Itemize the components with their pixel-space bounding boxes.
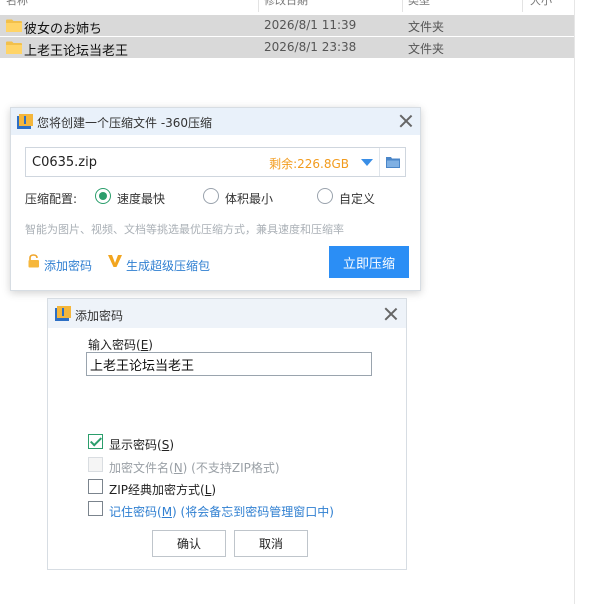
column-header-name[interactable]: 名称 <box>6 0 28 10</box>
encrypt-filenames-checkbox[interactable] <box>88 457 103 472</box>
add-password-dialog: 添加密码 输入密码(E) 显示密码(S) 加密文件名(N) (不支持ZIP格式)… <box>47 298 407 570</box>
compress-now-button[interactable]: 立即压缩 <box>329 246 409 278</box>
dialog-title: 添加密码 <box>75 309 124 323</box>
radio-smallest[interactable] <box>203 188 219 204</box>
add-password-link[interactable]: 添加密码 <box>44 257 92 274</box>
close-icon[interactable] <box>399 114 413 128</box>
output-filename[interactable]: C0635.zip <box>32 155 97 170</box>
radio-fastest[interactable] <box>95 188 111 204</box>
window-border <box>574 0 575 604</box>
dialog-title: 您将创建一个压缩文件 -360压缩 <box>37 116 213 130</box>
radio-custom[interactable] <box>317 188 333 204</box>
file-name: 上老王论坛当老王 <box>24 44 129 59</box>
folder-icon <box>6 19 22 32</box>
show-password-checkbox[interactable] <box>88 434 103 449</box>
radio-label-custom[interactable]: 自定义 <box>339 190 375 207</box>
encrypt-filenames-label: 加密文件名(N) (不支持ZIP格式) <box>109 461 280 475</box>
password-label: 输入密码(E) <box>88 338 153 352</box>
remember-password-checkbox[interactable] <box>88 501 103 516</box>
folder-icon <box>6 41 22 54</box>
output-path-field[interactable]: C0635.zip 剩余:226.8GB <box>25 147 406 177</box>
super-v-icon[interactable] <box>107 253 123 269</box>
file-date: 2026/8/1 23:38 <box>264 40 357 54</box>
radio-label-smallest[interactable]: 体积最小 <box>225 190 273 207</box>
lock-icon[interactable] <box>27 254 41 268</box>
file-date: 2026/8/1 11:39 <box>264 18 357 32</box>
compress-config-label: 压缩配置: <box>25 192 78 206</box>
column-header-date[interactable]: 修改日期 <box>264 0 308 10</box>
column-header-type[interactable]: 类型 <box>408 0 430 10</box>
file-type: 文件夹 <box>408 20 445 34</box>
show-password-label[interactable]: 显示密码(S) <box>109 436 174 453</box>
cancel-button[interactable]: 取消 <box>234 530 308 557</box>
column-divider[interactable] <box>522 0 523 12</box>
zip-classic-encryption-label[interactable]: ZIP经典加密方式(L) <box>109 481 216 498</box>
compress-dialog: 您将创建一个压缩文件 -360压缩 C0635.zip 剩余:226.8GB 压… <box>10 107 421 291</box>
super-pack-link[interactable]: 生成超级压缩包 <box>126 257 210 274</box>
360zip-app-icon <box>17 114 33 129</box>
browse-folder-button[interactable] <box>379 148 405 176</box>
password-input[interactable] <box>86 352 372 376</box>
close-icon[interactable] <box>384 307 398 321</box>
zip-classic-encryption-checkbox[interactable] <box>88 479 103 494</box>
360zip-app-icon <box>55 306 71 321</box>
radio-label-fastest[interactable]: 速度最快 <box>117 190 165 207</box>
folder-icon <box>386 157 400 168</box>
compress-hint: 智能为图片、视频、文档等挑选最优压缩方式，兼具速度和压缩率 <box>25 223 344 236</box>
file-row[interactable]: 彼女のお姉ち 2026/8/1 11:39 文件夹 <box>0 15 574 37</box>
remember-password-label[interactable]: 记住密码(M) (将会备忘到密码管理窗口中) <box>109 503 334 520</box>
chevron-down-icon[interactable] <box>361 159 373 166</box>
file-name: 彼女のお姉ち <box>24 22 103 37</box>
column-divider[interactable] <box>402 0 403 12</box>
file-row[interactable]: 上老王论坛当老王 2026/8/1 23:38 文件夹 <box>0 37 574 59</box>
free-space-label: 剩余:226.8GB <box>269 157 349 171</box>
ok-button[interactable]: 确认 <box>152 530 226 557</box>
column-header-size[interactable]: 大小 <box>530 0 552 10</box>
dialog-titlebar[interactable]: 添加密码 <box>48 299 406 328</box>
column-divider[interactable] <box>258 0 259 12</box>
dialog-titlebar[interactable]: 您将创建一个压缩文件 -360压缩 <box>11 108 420 135</box>
file-type: 文件夹 <box>408 42 445 56</box>
